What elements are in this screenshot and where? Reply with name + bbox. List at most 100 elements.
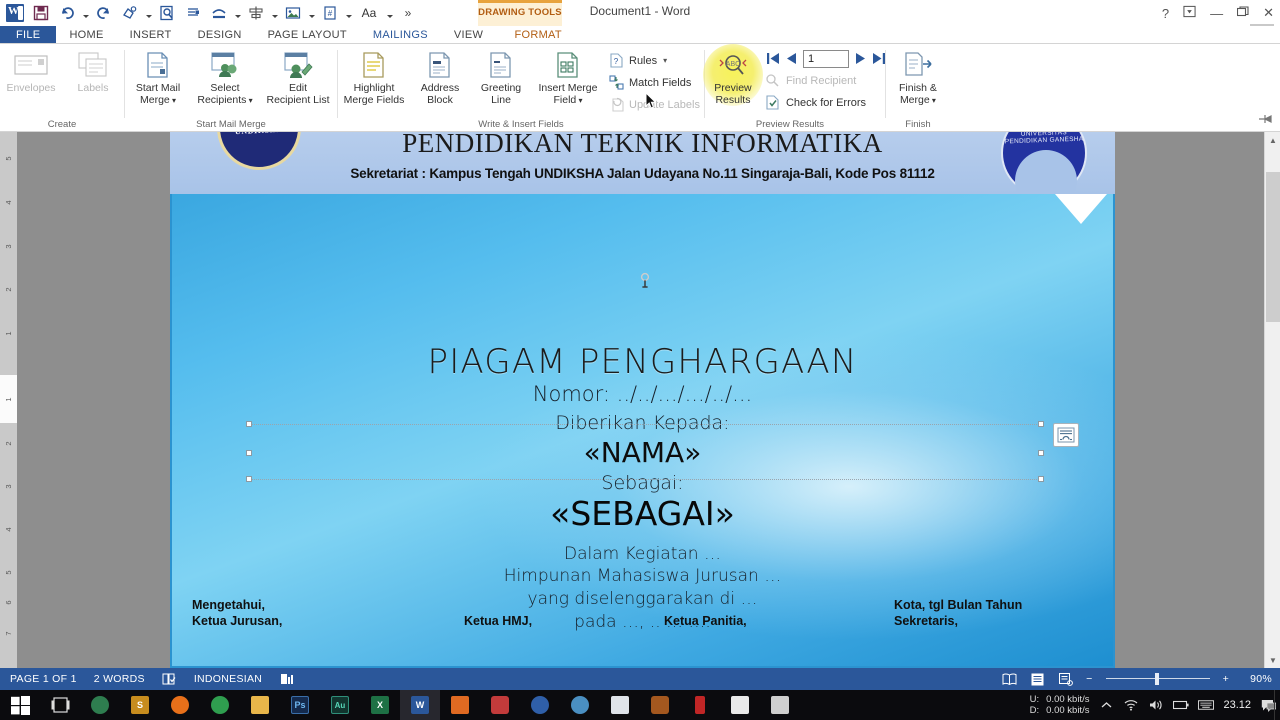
help-button[interactable]: ?: [1162, 6, 1169, 21]
windows-start-icon[interactable]: [0, 690, 40, 720]
read-mode-icon[interactable]: [1002, 672, 1017, 686]
restore-button[interactable]: [1237, 5, 1249, 21]
zoom-slider-knob[interactable]: [1154, 673, 1159, 685]
tab-page-layout[interactable]: PAGE LAYOUT: [255, 26, 360, 44]
app-icon-orange[interactable]: [440, 690, 480, 720]
document-page[interactable]: PENDIDIKAN TEKNIK INFORMATIKA Sekretaria…: [170, 132, 1115, 668]
match-fields-button[interactable]: Match Fields: [604, 73, 704, 92]
ribbon-display-options-button[interactable]: [1183, 5, 1196, 21]
notepad-icon[interactable]: [600, 690, 640, 720]
audition-icon[interactable]: Au: [320, 690, 360, 720]
excel-icon[interactable]: X: [360, 690, 400, 720]
tab-view[interactable]: VIEW: [441, 26, 496, 44]
layout-options-icon[interactable]: [1053, 423, 1079, 447]
change-case-dropdown-icon[interactable]: [384, 1, 395, 25]
first-record-button[interactable]: [766, 52, 780, 66]
sublime-icon[interactable]: S: [120, 690, 160, 720]
last-record-button[interactable]: [872, 52, 885, 66]
tab-format[interactable]: FORMAT: [496, 26, 580, 44]
app-icon-brown[interactable]: [640, 690, 680, 720]
select-recipients-button[interactable]: Select Recipients: [191, 46, 259, 107]
change-case-icon[interactable]: Aa: [354, 1, 384, 25]
update-labels-button[interactable]: Update Labels: [604, 95, 704, 114]
show-desktop-button[interactable]: [1274, 690, 1280, 720]
selection-handle-bottom-left[interactable]: [246, 476, 252, 482]
align-dropdown-icon[interactable]: [269, 1, 280, 25]
insert-field-dropdown-icon[interactable]: [343, 1, 354, 25]
preview-results-button[interactable]: ABC Preview Results: [705, 46, 761, 106]
greeting-line-button[interactable]: Greeting Line: [470, 46, 532, 106]
word-taskbar-icon[interactable]: W: [400, 690, 440, 720]
redo-icon[interactable]: [91, 1, 117, 25]
paragraph-mark-icon[interactable]: [180, 1, 206, 25]
volume-icon[interactable]: [1148, 697, 1164, 713]
selection-handle-bottom-right[interactable]: [1038, 476, 1044, 482]
keyboard-icon[interactable]: [1198, 697, 1215, 713]
selection-handle-middle-right[interactable]: [1038, 450, 1044, 456]
check-for-errors-button[interactable]: Check for Errors: [761, 93, 885, 112]
close-button[interactable]: ✕: [1263, 5, 1274, 21]
app-icon-red-blue[interactable]: [480, 690, 520, 720]
status-page-count[interactable]: PAGE 1 OF 1: [10, 673, 77, 685]
selection-handle-middle-left[interactable]: [246, 450, 252, 456]
firefox-icon[interactable]: [160, 690, 200, 720]
undo-dropdown-icon[interactable]: [80, 1, 91, 25]
vertical-scrollbar[interactable]: ▲ ▼: [1264, 132, 1280, 668]
tab-home[interactable]: HOME: [56, 26, 116, 44]
shapes-dropdown-icon[interactable]: [143, 1, 154, 25]
zoom-slider[interactable]: [1105, 672, 1210, 686]
print-preview-icon[interactable]: [154, 1, 180, 25]
macro-recording-icon[interactable]: [279, 672, 294, 686]
status-word-count[interactable]: 2 WORDS: [94, 673, 145, 685]
start-mail-merge-button[interactable]: Start Mail Merge: [125, 46, 191, 107]
app-icon-blue[interactable]: [520, 690, 560, 720]
picture-dropdown-icon[interactable]: [306, 1, 317, 25]
collapse-ribbon-button[interactable]: [1259, 113, 1272, 127]
envelopes-button[interactable]: Envelopes: [0, 46, 62, 94]
labels-button[interactable]: Labels: [62, 46, 124, 94]
battery-icon[interactable]: [1173, 697, 1190, 713]
minimize-button[interactable]: —: [1210, 6, 1223, 21]
save-icon[interactable]: [28, 1, 54, 25]
wifi-icon[interactable]: [1123, 697, 1139, 713]
more-commands-icon[interactable]: »: [395, 1, 421, 25]
finish-and-merge-button[interactable]: Finish & Merge: [886, 46, 950, 107]
zoom-out-button[interactable]: −: [1086, 673, 1092, 685]
scrollbar-thumb[interactable]: [1266, 172, 1280, 322]
shape-outline-dropdown-icon[interactable]: [232, 1, 243, 25]
zoom-level[interactable]: 90%: [1242, 673, 1272, 685]
calculator-icon[interactable]: [760, 690, 800, 720]
edit-recipient-list-button[interactable]: Edit Recipient List: [259, 46, 337, 106]
next-record-button[interactable]: [855, 52, 865, 66]
tab-mailings[interactable]: MAILINGS: [359, 26, 441, 44]
merge-field-nama[interactable]: «NAMA»: [172, 436, 1113, 469]
camera-icon[interactable]: [720, 690, 760, 720]
vertical-ruler[interactable]: 5 4 3 2 1 1 2 3 4 5 6 7: [0, 132, 17, 668]
show-hidden-icons-icon[interactable]: [1098, 697, 1114, 713]
paint-icon[interactable]: [560, 690, 600, 720]
align-objects-icon[interactable]: [243, 1, 269, 25]
insert-field-icon[interactable]: #: [317, 1, 343, 25]
previous-record-button[interactable]: [786, 52, 796, 66]
insert-merge-field-button[interactable]: Insert Merge Field: [532, 46, 604, 107]
zoom-in-button[interactable]: +: [1223, 673, 1229, 685]
shape-outline-icon[interactable]: [206, 1, 232, 25]
scroll-down-icon[interactable]: ▼: [1265, 652, 1280, 668]
find-recipient-button[interactable]: Find Recipient: [761, 71, 885, 90]
network-rate-monitor[interactable]: U: D: 0.00 kbit/s 0.00 kbit/s: [1030, 694, 1090, 716]
chrome-icon[interactable]: [200, 690, 240, 720]
selection-handle-top-left[interactable]: [246, 421, 252, 427]
merge-field-sebagai[interactable]: «SEBAGAI»: [172, 494, 1113, 533]
file-explorer-icon[interactable]: [240, 690, 280, 720]
rules-button[interactable]: ? Rules ▾: [604, 51, 704, 70]
undo-icon[interactable]: [54, 1, 80, 25]
selection-handle-top-right[interactable]: [1038, 421, 1044, 427]
tab-design[interactable]: DESIGN: [185, 26, 255, 44]
record-number-input[interactable]: 1: [802, 50, 849, 68]
photoshop-icon[interactable]: Ps: [280, 690, 320, 720]
status-language[interactable]: INDONESIAN: [194, 673, 262, 685]
rules-dropdown-icon[interactable]: ▾: [663, 56, 667, 65]
proofing-errors-icon[interactable]: [162, 672, 177, 686]
print-layout-icon[interactable]: [1030, 672, 1045, 686]
scroll-up-icon[interactable]: ▲: [1265, 132, 1280, 148]
